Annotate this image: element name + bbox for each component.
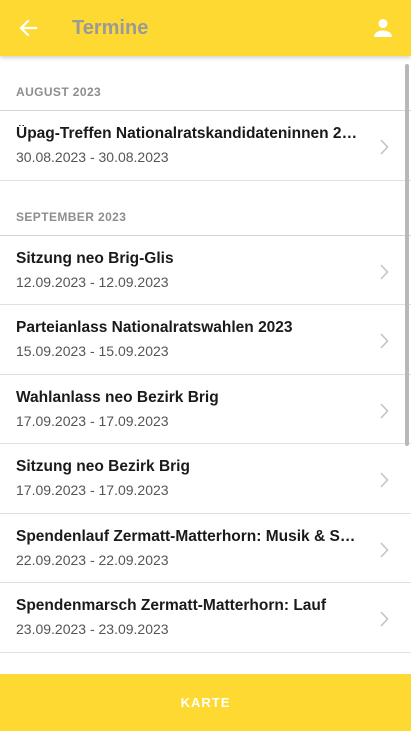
chevron-right-icon <box>380 263 389 280</box>
event-row[interactable]: Parteianlass Nationalratswahlen 2023 15.0… <box>0 305 411 375</box>
event-title: Spendenlauf Zermatt-Matterhorn: Musik & … <box>16 527 361 545</box>
event-dates: 17.09.2023 - 17.09.2023 <box>16 482 169 498</box>
event-dates: 23.09.2023 - 23.09.2023 <box>16 621 169 637</box>
chevron-right-icon <box>380 472 389 488</box>
event-title: Üpag-Treffen Nationalratskandidateninnen… <box>16 125 361 142</box>
arrow-left-icon <box>19 19 38 37</box>
event-title: Sitzung neo Bezirk Brig <box>16 458 190 475</box>
event-row[interactable]: Wahlanlass neo Bezirk Brig 17.09.2023 - 1… <box>0 375 411 444</box>
chevron-right-icon <box>380 402 389 419</box>
chevron-right-icon <box>380 333 389 349</box>
chevron-right-icon <box>380 611 389 627</box>
section-header: AUGUST 2023 <box>0 56 411 111</box>
event-row[interactable] <box>0 653 411 675</box>
event-list[interactable]: AUGUST 2023 Üpag-Treffen Nationalratskand… <box>0 56 411 674</box>
event-row[interactable]: Spendenmarsch Zermatt-Matterhorn: Lauf 23… <box>0 583 411 653</box>
event-title: Sitzung neo Brig-Glis <box>16 249 174 267</box>
event-row[interactable]: Sitzung neo Bezirk Brig 17.09.2023 - 17.0… <box>0 444 411 514</box>
app-bar: Termine <box>0 0 411 56</box>
scrollbar[interactable] <box>405 64 409 446</box>
event-dates: 15.09.2023 - 15.09.2023 <box>16 343 169 359</box>
event-dates: 22.09.2023 - 22.09.2023 <box>16 551 169 568</box>
event-title: Wahlanlass neo Bezirk Brig <box>16 388 219 406</box>
event-title: Spendenmarsch Zermatt-Matterhorn: Lauf <box>16 597 327 614</box>
page-title: Termine <box>72 17 149 39</box>
event-dates: 30.08.2023 - 30.08.2023 <box>16 149 169 165</box>
back-button[interactable] <box>14 14 42 42</box>
map-button[interactable]: KARTE <box>0 674 411 731</box>
event-row[interactable]: Spendenlauf Zermatt-Matterhorn: Musik & … <box>0 514 411 583</box>
event-dates: 12.09.2023 - 12.09.2023 <box>16 273 169 290</box>
chevron-right-icon <box>380 541 389 558</box>
event-dates: 17.09.2023 - 17.09.2023 <box>16 412 169 429</box>
account-button[interactable] <box>371 16 395 40</box>
section-header: SEPTEMBER 2023 <box>0 181 411 236</box>
event-row[interactable]: Sitzung neo Brig-Glis 12.09.2023 - 12.09.… <box>0 236 411 305</box>
person-icon <box>374 19 392 37</box>
event-row[interactable]: Üpag-Treffen Nationalratskandidateninnen… <box>0 111 411 181</box>
chevron-right-icon <box>380 139 389 155</box>
event-title: Parteianlass Nationalratswahlen 2023 <box>16 319 293 336</box>
